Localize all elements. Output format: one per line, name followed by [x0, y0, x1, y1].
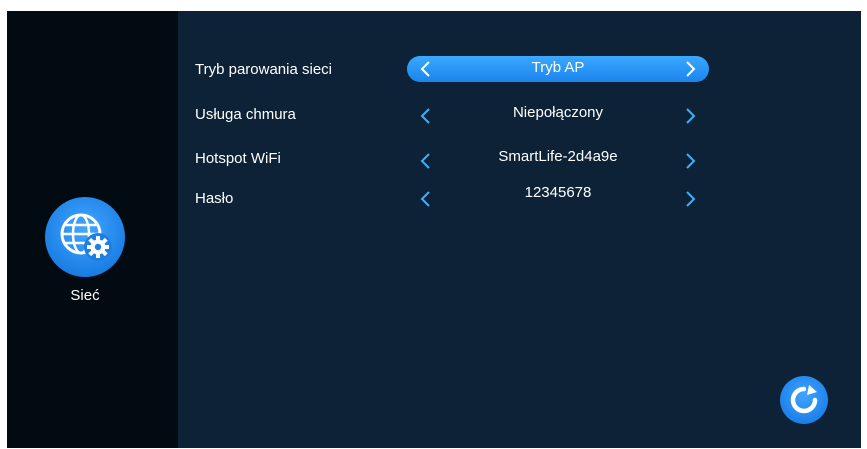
chevron-right-icon[interactable]	[681, 107, 699, 125]
password-label: Hasło	[195, 190, 234, 207]
cloud-service-selector[interactable]: Niepołączony	[407, 101, 709, 127]
chevron-left-icon[interactable]	[417, 190, 435, 208]
network-settings-screen: Sieć Tryb parowania sieci Tryb AP Usługa…	[7, 11, 861, 448]
setting-row-wifi-hotspot: Hotspot WiFi SmartLife-2d4a9e	[178, 145, 861, 173]
setting-row-password: Hasło 12345678	[178, 184, 861, 212]
cloud-service-value: Niepołączony	[512, 104, 604, 121]
cloud-service-label: Usługa chmura	[195, 106, 296, 123]
refresh-icon	[790, 385, 818, 414]
chevron-right-icon[interactable]	[681, 190, 699, 208]
pairing-mode-label: Tryb parowania sieci	[195, 61, 332, 78]
sidebar-label: Sieć	[70, 287, 100, 304]
refresh-button[interactable]	[780, 376, 828, 424]
wifi-hotspot-value: SmartLife-2d4a9e	[498, 148, 618, 165]
chevron-right-icon[interactable]	[681, 152, 699, 170]
password-value: 12345678	[524, 184, 592, 201]
sidebar: Sieć	[7, 11, 178, 448]
wifi-hotspot-selector[interactable]: SmartLife-2d4a9e	[407, 145, 709, 171]
password-selector[interactable]: 12345678	[407, 184, 709, 210]
setting-row-cloud-service: Usługa chmura Niepołączony	[178, 101, 861, 129]
chevron-left-icon[interactable]	[417, 107, 435, 125]
wifi-hotspot-label: Hotspot WiFi	[195, 150, 281, 167]
chevron-left-icon[interactable]	[417, 60, 435, 78]
network-category-button[interactable]	[45, 197, 125, 277]
pairing-mode-value: Tryb AP	[531, 59, 585, 76]
globe-gear-icon	[60, 213, 112, 261]
chevron-left-icon[interactable]	[417, 152, 435, 170]
chevron-right-icon[interactable]	[681, 60, 699, 78]
settings-panel: Tryb parowania sieci Tryb AP Usługa chmu…	[178, 11, 861, 448]
setting-row-pairing-mode: Tryb parowania sieci Tryb AP	[178, 56, 861, 84]
pairing-mode-selector[interactable]: Tryb AP	[407, 56, 709, 82]
